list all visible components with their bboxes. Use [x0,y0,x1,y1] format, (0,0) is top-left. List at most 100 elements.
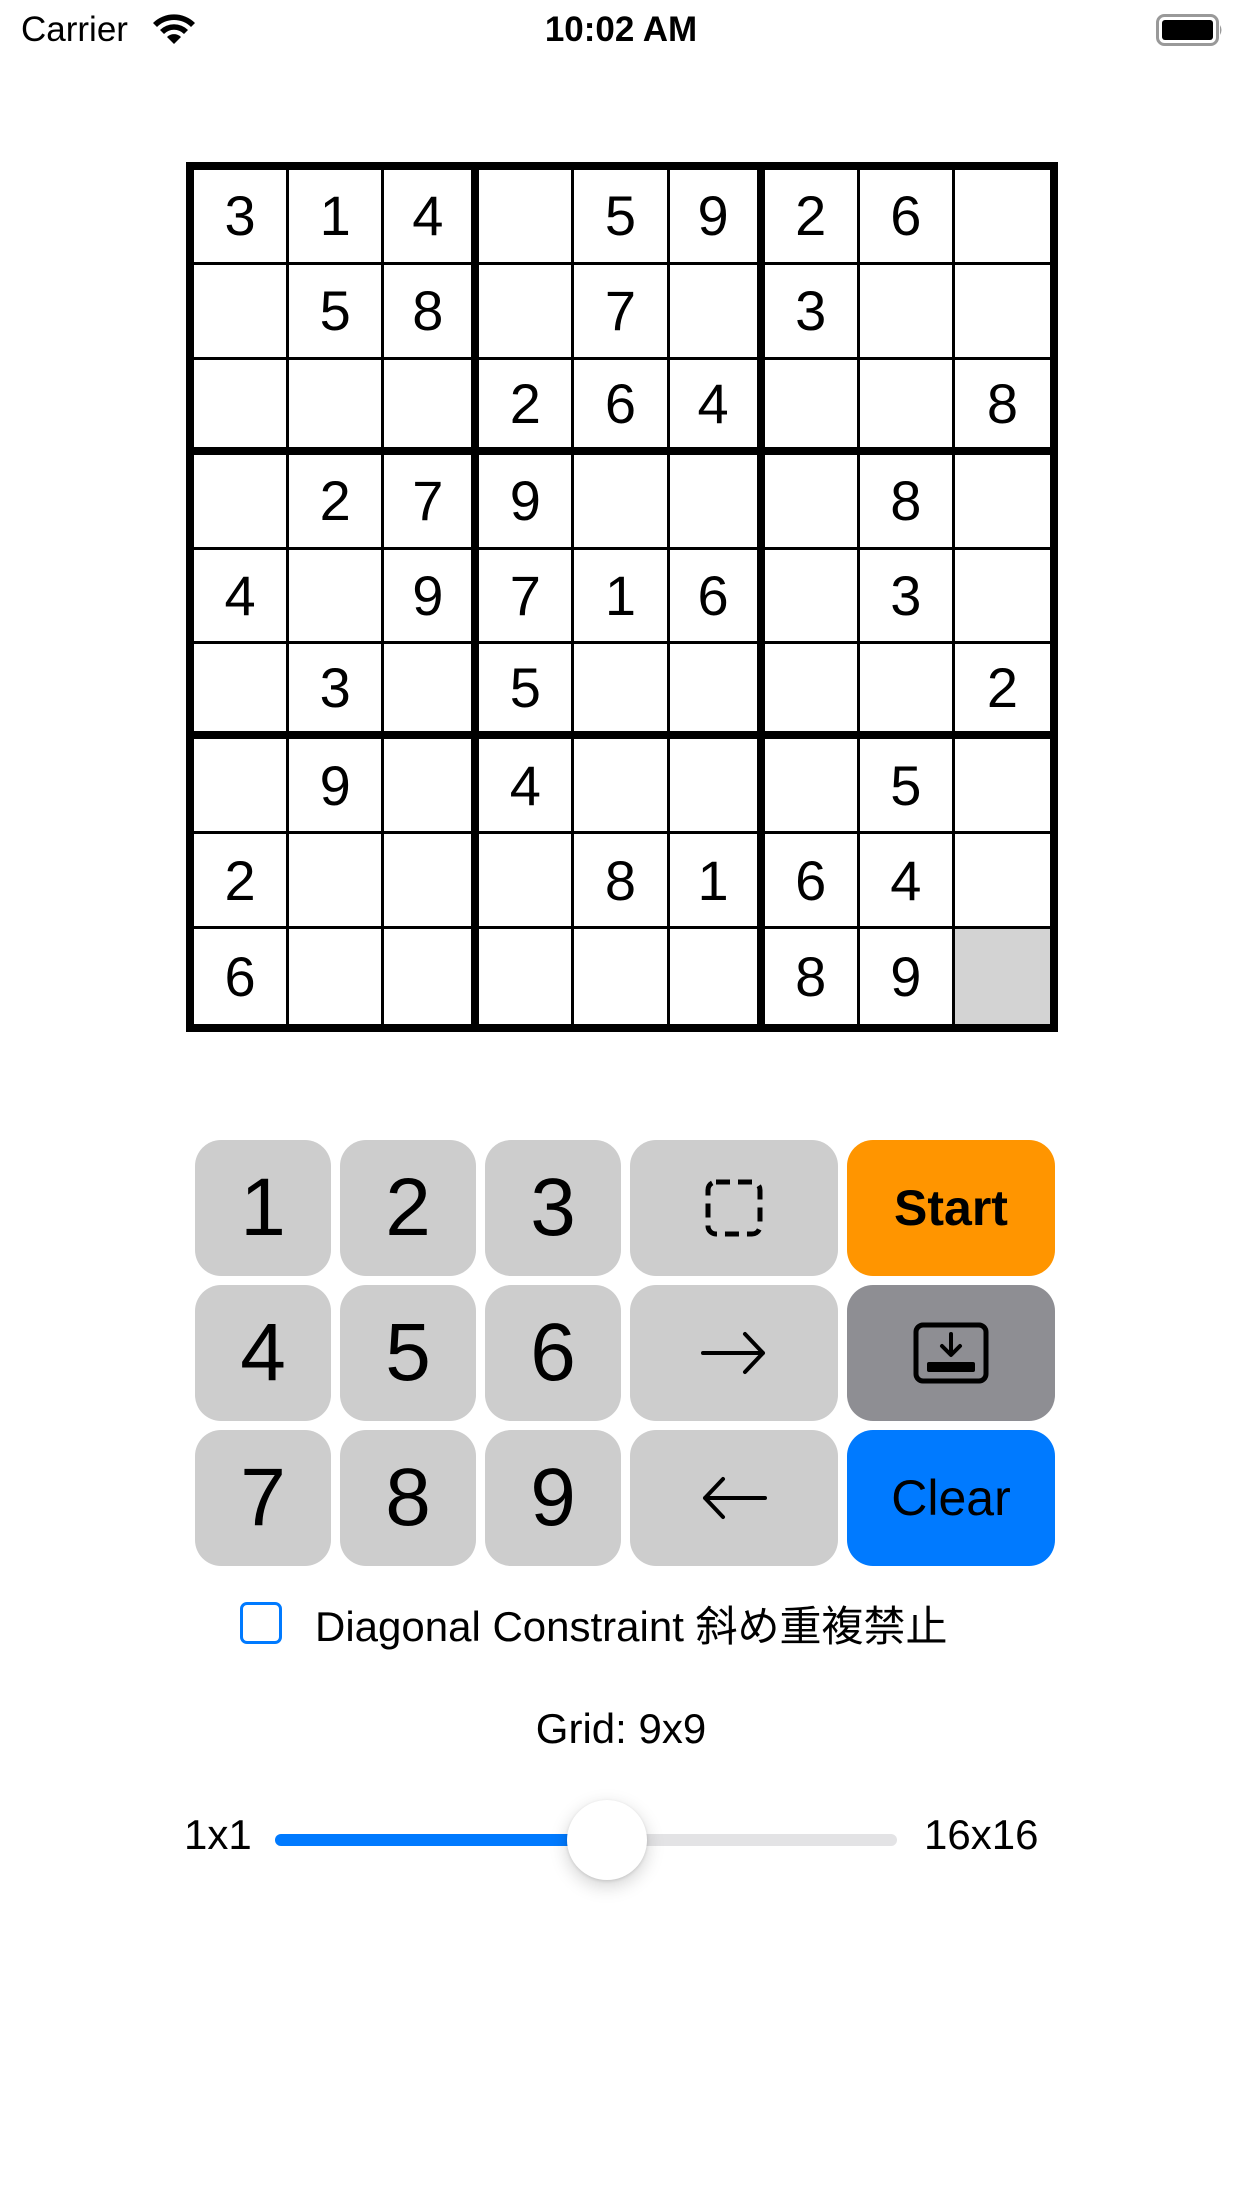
next-cell-button[interactable] [630,1285,838,1421]
sudoku-cell[interactable] [574,929,670,1024]
sudoku-cell[interactable] [764,359,860,455]
sudoku-cell[interactable]: 2 [194,834,290,930]
sudoku-cell[interactable] [954,549,1050,645]
sudoku-cell[interactable] [479,834,575,930]
sudoku-cell[interactable] [194,644,290,740]
sudoku-cell[interactable] [764,549,860,645]
digit-3-button[interactable]: 3 [485,1140,621,1276]
sudoku-cell[interactable] [954,170,1050,265]
sudoku-cell[interactable] [954,264,1050,360]
sudoku-cell[interactable]: 5 [574,170,670,265]
digit-2-button[interactable]: 2 [340,1140,476,1276]
sudoku-cell[interactable]: 3 [764,264,860,360]
sudoku-cell[interactable] [194,359,290,455]
sudoku-cell[interactable] [384,739,480,835]
sudoku-cell[interactable] [669,264,765,360]
sudoku-cell[interactable]: 3 [859,549,955,645]
sudoku-cell[interactable] [289,834,385,930]
sudoku-cell[interactable]: 6 [859,170,955,265]
digit-5-button[interactable]: 5 [340,1285,476,1421]
sudoku-cell[interactable] [574,739,670,835]
sudoku-cell[interactable] [194,264,290,360]
digit-4-button[interactable]: 4 [195,1285,331,1421]
sudoku-cell[interactable]: 4 [194,549,290,645]
sudoku-cell[interactable] [859,644,955,740]
sudoku-cell[interactable] [574,454,670,550]
sudoku-cell[interactable] [384,644,480,740]
grid-size-slider[interactable] [275,1800,897,1880]
sudoku-cell[interactable] [954,454,1050,550]
sudoku-cell[interactable]: 1 [289,170,385,265]
sudoku-cell[interactable] [764,644,860,740]
sudoku-cell[interactable]: 8 [384,264,480,360]
diagonal-checkbox[interactable] [240,1602,282,1644]
sudoku-cell[interactable]: 7 [479,549,575,645]
sudoku-cell[interactable] [479,170,575,265]
sudoku-cell[interactable]: 1 [669,834,765,930]
sudoku-cell[interactable]: 6 [764,834,860,930]
sudoku-cell[interactable] [954,834,1050,930]
select-button[interactable] [630,1140,838,1276]
sudoku-cell[interactable]: 9 [384,549,480,645]
diagonal-constraint-toggle[interactable]: Diagonal Constraint 斜め重複禁止 [240,1597,948,1650]
slider-thumb[interactable] [566,1800,647,1880]
digit-7-button[interactable]: 7 [195,1430,331,1566]
sudoku-cell[interactable]: 2 [289,454,385,550]
sudoku-cell[interactable] [669,739,765,835]
sudoku-cell[interactable]: 3 [289,644,385,740]
sudoku-cell[interactable]: 5 [859,739,955,835]
prev-cell-button[interactable] [630,1430,838,1566]
sudoku-cell[interactable]: 8 [859,454,955,550]
sudoku-cell[interactable]: 5 [289,264,385,360]
sudoku-cell[interactable] [479,929,575,1024]
sudoku-cell[interactable]: 4 [669,359,765,455]
sudoku-cell[interactable]: 9 [289,739,385,835]
sudoku-cell[interactable]: 2 [479,359,575,455]
sudoku-cell[interactable] [194,454,290,550]
sudoku-cell[interactable]: 1 [574,549,670,645]
sudoku-cell[interactable]: 6 [574,359,670,455]
sudoku-cell[interactable]: 8 [954,359,1050,455]
sudoku-cell[interactable] [954,739,1050,835]
sudoku-cell[interactable]: 8 [574,834,670,930]
sudoku-cell[interactable] [859,359,955,455]
sudoku-cell[interactable]: 7 [384,454,480,550]
sudoku-cell[interactable] [289,929,385,1024]
digit-9-button[interactable]: 9 [485,1430,621,1566]
sudoku-cell[interactable]: 4 [479,739,575,835]
digit-8-button[interactable]: 8 [340,1430,476,1566]
sudoku-cell[interactable] [479,264,575,360]
sudoku-cell[interactable] [574,644,670,740]
sudoku-cell[interactable] [194,739,290,835]
sudoku-cell[interactable]: 7 [574,264,670,360]
sudoku-cell[interactable]: 9 [669,170,765,265]
sudoku-cell[interactable] [289,549,385,645]
sudoku-cell[interactable]: 4 [859,834,955,930]
sudoku-cell[interactable] [384,929,480,1024]
sudoku-cell[interactable] [289,359,385,455]
sudoku-cell[interactable]: 9 [859,929,955,1024]
sudoku-cell[interactable]: 8 [764,929,860,1024]
sudoku-cell[interactable] [764,739,860,835]
sudoku-cell-selected[interactable] [954,929,1050,1024]
sudoku-cell[interactable] [669,644,765,740]
sudoku-cell[interactable]: 5 [479,644,575,740]
sudoku-cell[interactable]: 2 [764,170,860,265]
digit-1-button[interactable]: 1 [195,1140,331,1276]
sudoku-cell[interactable] [859,264,955,360]
sudoku-cell[interactable]: 6 [669,549,765,645]
sudoku-cell[interactable]: 3 [194,170,290,265]
clear-button[interactable]: Clear [847,1430,1055,1566]
sudoku-cell[interactable]: 6 [194,929,290,1024]
sudoku-cell[interactable] [669,454,765,550]
sudoku-cell[interactable]: 4 [384,170,480,265]
sudoku-cell[interactable] [384,359,480,455]
sudoku-cell[interactable]: 9 [479,454,575,550]
digit-6-button[interactable]: 6 [485,1285,621,1421]
sudoku-cell[interactable] [384,834,480,930]
sudoku-cell[interactable] [669,929,765,1024]
sudoku-cell[interactable] [764,454,860,550]
sudoku-cell[interactable]: 2 [954,644,1050,740]
save-button[interactable] [847,1285,1055,1421]
start-button[interactable]: Start [847,1140,1055,1276]
